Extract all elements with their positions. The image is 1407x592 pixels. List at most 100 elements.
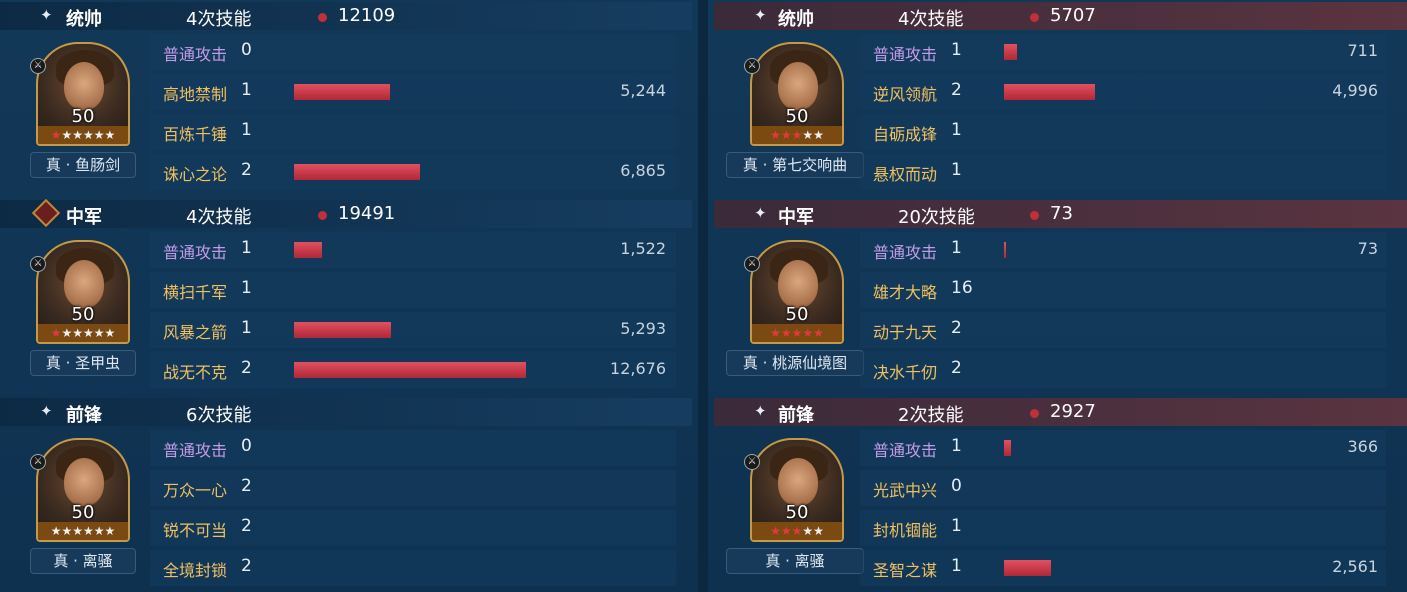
skill-use-count: 1: [241, 120, 252, 140]
hero-stars: ★★★★★: [752, 324, 842, 342]
hero-portrait[interactable]: 50 ★★★★★: [750, 240, 844, 344]
skill-name: 决水千仞: [873, 363, 938, 382]
skill-damage-value: 366: [1347, 437, 1378, 456]
role-label: 前锋: [66, 405, 102, 426]
star-icon: ★: [813, 524, 824, 538]
damage-bar: [1004, 242, 1006, 258]
total-damage: 73: [1050, 203, 1073, 224]
troop-type-icon: ⚔: [744, 58, 760, 74]
star-icon: ★: [72, 326, 83, 340]
weapon-label[interactable]: 真 · 离骚: [726, 548, 864, 574]
skill-name: 锐不可当: [163, 521, 228, 540]
skill-name: 风暴之箭: [163, 323, 228, 342]
role-label: 统帅: [778, 9, 814, 30]
hero-section-3: ✦ 前锋 2次技能 2927 50 ★★★★★ ⚔ 真 · 离骚 普通攻击 1 366 光武中兴 0 封机…: [714, 396, 1407, 592]
damage-bar: [294, 164, 420, 180]
skill-count-label: 4次技能: [898, 9, 964, 30]
hero-stars: ★★★★★★: [38, 324, 128, 342]
troop-type-icon: ⚔: [30, 454, 46, 470]
column-divider: [698, 0, 708, 592]
hero-section-2: 中军 4次技能 19491 50 ★★★★★★ ⚔ 真 · 圣甲虫 普通攻击 1 1,522 横扫千…: [0, 198, 692, 396]
skill-name: 全境封锁: [163, 561, 228, 580]
role-star-icon: ✦: [40, 402, 53, 420]
hero-stars: ★★★★★: [752, 522, 842, 540]
skill-use-count: 2: [241, 476, 252, 496]
star-icon: ★: [791, 524, 803, 538]
hero-portrait[interactable]: 50 ★★★★★★: [36, 240, 130, 344]
star-icon: ★: [770, 524, 781, 538]
skill-row: 决水千仞 2: [860, 352, 1386, 388]
skill-damage-value: 73: [1357, 239, 1378, 258]
star-icon: ★: [83, 128, 94, 142]
skill-count-label: 20次技能: [898, 207, 975, 228]
star-icon: ★: [104, 326, 116, 340]
hero-portrait[interactable]: 50 ★★★★★: [750, 438, 844, 542]
skill-count-label: 6次技能: [186, 405, 252, 426]
skill-name: 普通攻击: [163, 45, 228, 64]
damage-bar: [1004, 84, 1095, 100]
right-team: ✦ 统帅 4次技能 5707 50 ★★★★★ ⚔ 真 · 第七交响曲 普通攻击 1 711 逆风领航…: [714, 0, 1407, 592]
star-icon: ★: [83, 326, 94, 340]
hero-portrait[interactable]: 50 ★★★★★★: [36, 438, 130, 542]
star-icon: ★: [72, 128, 83, 142]
hero-section-2: ✦ 中军 20次技能 73 50 ★★★★★ ⚔ 真 · 桃源仙境图 普通攻击 1 73 雄才大略 16…: [714, 198, 1407, 396]
hero-stars: ★★★★★★: [38, 126, 128, 144]
skill-use-count: 1: [951, 556, 962, 576]
star-icon: ★: [802, 326, 814, 340]
hero-face: [64, 260, 104, 308]
skill-row: 横扫千军 1: [150, 272, 676, 308]
skill-damage-value: 4,996: [1332, 81, 1378, 100]
star-icon: ★: [61, 326, 73, 340]
skill-row: 普通攻击 0: [150, 34, 676, 70]
weapon-label[interactable]: 真 · 圣甲虫: [30, 350, 136, 376]
damage-bar: [1004, 560, 1051, 576]
skill-name: 普通攻击: [873, 45, 938, 64]
skill-row: 百炼千锤 1: [150, 114, 676, 150]
role-star-icon: ✦: [40, 6, 53, 24]
hero-face: [778, 260, 818, 308]
skill-count-label: 4次技能: [186, 9, 252, 30]
skill-row: 自砺成锋 1: [860, 114, 1386, 150]
star-icon: ★: [802, 128, 814, 142]
hero-section-1: ✦ 统帅 4次技能 5707 50 ★★★★★ ⚔ 真 · 第七交响曲 普通攻击 1 711 逆风领航…: [714, 0, 1407, 198]
skill-row: 圣智之谋 1 2,561: [860, 550, 1386, 586]
damage-bar: [294, 322, 391, 338]
skill-use-count: 2: [241, 160, 252, 180]
skill-use-count: 2: [951, 358, 962, 378]
hero-portrait[interactable]: 50 ★★★★★: [750, 42, 844, 146]
star-icon: ★: [813, 128, 824, 142]
hero-portrait[interactable]: 50 ★★★★★★: [36, 42, 130, 146]
star-icon: ★: [780, 326, 792, 340]
hero-face: [64, 62, 104, 110]
left-team: ✦ 统帅 4次技能 12109 50 ★★★★★★ ⚔ 真 · 鱼肠剑 普通攻击 0 高地禁制 1 5,…: [0, 0, 692, 592]
hero-face: [778, 458, 818, 506]
hero-stars: ★★★★★★: [38, 522, 128, 540]
total-damage: 19491: [338, 203, 396, 224]
star-icon: ★: [104, 128, 116, 142]
skill-name: 逆风领航: [873, 85, 938, 104]
skill-name: 自砺成锋: [873, 125, 938, 144]
section-header: ✦ 中军 20次技能 73: [714, 200, 1407, 228]
damage-dot-icon: [318, 13, 327, 22]
skill-damage-value: 5,293: [620, 319, 666, 338]
role-star-icon: ✦: [754, 6, 767, 24]
star-icon: ★: [813, 326, 824, 340]
hero-section-1: ✦ 统帅 4次技能 12109 50 ★★★★★★ ⚔ 真 · 鱼肠剑 普通攻击 0 高地禁制 1 5,…: [0, 0, 692, 198]
weapon-label[interactable]: 真 · 鱼肠剑: [30, 152, 136, 178]
skill-use-count: 2: [241, 358, 252, 378]
skill-row: 锐不可当 2: [150, 510, 676, 546]
weapon-label[interactable]: 真 · 桃源仙境图: [726, 350, 864, 376]
weapon-label[interactable]: 真 · 离骚: [30, 548, 136, 574]
damage-dot-icon: [1030, 409, 1039, 418]
star-icon: ★: [791, 128, 803, 142]
skill-row: 万众一心 2: [150, 470, 676, 506]
skill-use-count: 16: [951, 278, 973, 298]
skill-name: 普通攻击: [873, 243, 938, 262]
hero-level: 50: [71, 502, 95, 523]
hero-level: 50: [785, 304, 809, 325]
hero-level: 50: [785, 502, 809, 523]
skill-row: 动于九天 2: [860, 312, 1386, 348]
weapon-label[interactable]: 真 · 第七交响曲: [726, 152, 864, 178]
skill-use-count: 0: [241, 436, 252, 456]
total-damage: 12109: [338, 5, 396, 26]
